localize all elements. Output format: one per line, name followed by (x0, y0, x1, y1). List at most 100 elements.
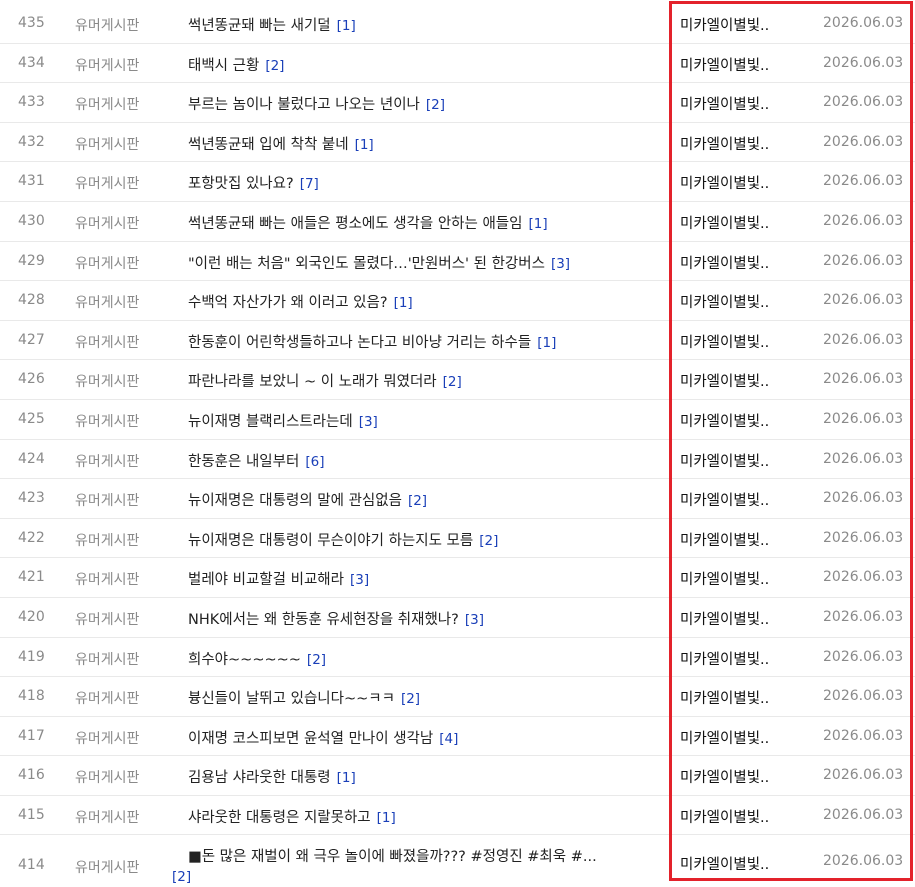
post-title[interactable]: 썩년똥균돼 빠는 애들은 평소에도 생각을 안하는 애들임 (188, 216, 522, 232)
post-subject-link[interactable]: "이런 배는 처음" 외국인도 몰렸다…'만원버스' 된 한강버스 [3] (188, 252, 666, 273)
comment-count-badge[interactable]: [2] (401, 691, 420, 707)
post-subject-link[interactable]: 김용남 샤라웃한 대통령 [1] (188, 766, 666, 787)
post-category: 유머게시판 (75, 18, 140, 34)
table-row: 420 유머게시판 NHK에서는 왜 한동훈 유세현장을 취재했나? [3] 미카엘이별… (0, 598, 915, 638)
post-number: 417 (18, 727, 45, 744)
post-title[interactable]: 부르는 놈이나 불렀다고 나오는 년이나 (188, 97, 420, 113)
post-subject-link[interactable]: NHK에서는 왜 한동훈 유세현장을 취재했나? [3] (188, 608, 666, 629)
post-title[interactable]: 이재명 코스피보면 윤석열 만나이 생각남 (188, 731, 433, 747)
comment-count-badge[interactable]: [3] (350, 572, 369, 588)
comment-count-badge[interactable]: [1] (337, 770, 356, 786)
post-subject-link[interactable]: 부르는 놈이나 불렀다고 나오는 년이나 [2] (188, 93, 666, 114)
comment-count-badge[interactable]: [1] (528, 216, 547, 232)
post-author[interactable]: 미카엘이별빛.. (680, 450, 796, 471)
post-subject-link[interactable]: 포항맛집 있나요? [7] (188, 172, 666, 193)
post-title[interactable]: 태백시 근황 (188, 58, 259, 74)
post-subject-link[interactable]: 벌레야 비교할걸 비교해라 [3] (188, 568, 666, 589)
post-author[interactable]: 미카엘이별빛.. (680, 93, 796, 114)
comment-count-badge[interactable]: [4] (439, 731, 458, 747)
post-author[interactable]: 미카엘이별빛.. (680, 133, 796, 154)
post-number: 423 (18, 490, 45, 507)
post-title[interactable]: 샤라웃한 대통령은 지랄못하고 (188, 810, 371, 826)
post-author[interactable]: 미카엘이별빛.. (680, 212, 796, 233)
post-title[interactable]: 희수야~~~~~~ (188, 652, 301, 668)
post-subject-link[interactable]: 썩년똥균돼 빠는 애들은 평소에도 생각을 안하는 애들임 [1] (188, 212, 666, 233)
post-author[interactable]: 미카엘이별빛.. (680, 291, 796, 312)
comment-count-badge[interactable]: [2] (426, 97, 445, 113)
post-title[interactable]: "이런 배는 처음" 외국인도 몰렸다…'만원버스' 된 한강버스 (188, 256, 545, 272)
post-subject-link[interactable]: 수백억 자산가가 왜 이러고 있음? [1] (188, 291, 666, 312)
comment-count-badge[interactable]: [2] (265, 58, 284, 74)
post-subject-link[interactable]: 한동훈은 내일부터 [6] (188, 450, 666, 471)
post-subject-link[interactable]: 썩년똥균돼 빠는 새기덜 [1] (188, 14, 666, 35)
post-subject-link[interactable]: ■돈 많은 재벌이 왜 극우 놀이에 빠졌을까??? #정영진 #최욱 #...… (172, 847, 668, 887)
post-author[interactable]: 미카엘이별빛.. (680, 54, 796, 75)
comment-count-badge[interactable]: [1] (377, 810, 396, 826)
comment-count-badge[interactable]: [7] (300, 176, 319, 192)
post-author[interactable]: 미카엘이별빛.. (680, 410, 796, 431)
post-author[interactable]: 미카엘이별빛.. (680, 648, 796, 669)
post-title[interactable]: 뉴이재명은 대통령의 말에 관심없음 (188, 493, 402, 509)
post-author[interactable]: 미카엘이별빛.. (680, 687, 796, 708)
post-title[interactable]: 한동훈은 내일부터 (188, 454, 299, 470)
post-title[interactable]: 썩년똥균돼 입에 착착 붙네 (188, 137, 349, 153)
post-title[interactable]: 김용남 샤라웃한 대통령 (188, 770, 331, 786)
post-date: 2026.06.03 (823, 371, 904, 388)
post-author[interactable]: 미카엘이별빛.. (680, 529, 796, 550)
comment-count-badge[interactable]: [6] (305, 454, 324, 470)
post-subject-link[interactable]: 샤라웃한 대통령은 지랄못하고 [1] (188, 806, 666, 827)
post-number: 421 (18, 569, 45, 586)
post-author[interactable]: 미카엘이별빛.. (680, 172, 796, 193)
comment-count-badge[interactable]: [3] (551, 256, 570, 272)
comment-count-badge[interactable]: [1] (355, 137, 374, 153)
post-title[interactable]: 썩년똥균돼 빠는 새기덜 (188, 18, 331, 34)
post-author[interactable]: 미카엘이별빛.. (680, 568, 796, 589)
post-title[interactable]: 수백억 자산가가 왜 이러고 있음? (188, 295, 388, 311)
comment-count-badge[interactable]: [2] (479, 533, 498, 549)
post-author[interactable]: 미카엘이별빛.. (680, 14, 796, 35)
comment-count-badge[interactable]: [2] (408, 493, 427, 509)
post-subject-link[interactable]: 븅신들이 날뛰고 있습니다~~ㅋㅋ [2] (188, 687, 666, 708)
post-title[interactable]: 포항맛집 있나요? (188, 176, 294, 192)
post-author[interactable]: 미카엘이별빛.. (680, 252, 796, 273)
post-author[interactable]: 미카엘이별빛.. (680, 853, 796, 874)
post-subject-link[interactable]: 뉴이재명은 대통령이 무슨이야기 하는지도 모름 [2] (188, 529, 666, 550)
post-title[interactable]: 븅신들이 날뛰고 있습니다~~ㅋㅋ (188, 691, 395, 707)
post-subject-link[interactable]: 희수야~~~~~~ [2] (188, 648, 666, 669)
comment-count-badge[interactable]: [1] (537, 335, 556, 351)
post-number: 422 (18, 529, 45, 546)
post-title[interactable]: 파란나라를 보았니 ~ 이 노래가 뭐였더라 (188, 374, 437, 390)
post-author[interactable]: 미카엘이별빛.. (680, 331, 796, 352)
post-author[interactable]: 미카엘이별빛.. (680, 608, 796, 629)
post-subject-link[interactable]: 한동훈이 어린학생들하고나 논다고 비아냥 거리는 하수들 [1] (188, 331, 666, 352)
post-subject-link[interactable]: 뉴이재명은 대통령의 말에 관심없음 [2] (188, 489, 666, 510)
post-author[interactable]: 미카엘이별빛.. (680, 806, 796, 827)
comment-count-badge[interactable]: [2] (443, 374, 462, 390)
post-category: 유머게시판 (75, 532, 140, 549)
post-author[interactable]: 미카엘이별빛.. (680, 370, 796, 391)
post-title[interactable]: ■돈 많은 재벌이 왜 극우 놀이에 빠졌을까??? #정영진 #최욱 #... (172, 847, 668, 867)
post-subject-link[interactable]: 태백시 근황 [2] (188, 54, 666, 75)
post-title[interactable]: 벌레야 비교할걸 비교해라 (188, 572, 344, 588)
comment-count-badge[interactable]: [3] (465, 612, 484, 628)
table-row: 430 유머게시판 썩년똥균돼 빠는 애들은 평소에도 생각을 안하는 애들임 [1]… (0, 202, 915, 242)
post-author[interactable]: 미카엘이별빛.. (680, 766, 796, 787)
comment-count-badge[interactable]: [1] (394, 295, 413, 311)
post-title[interactable]: 뉴이재명은 대통령이 무슨이야기 하는지도 모름 (188, 533, 473, 549)
post-author[interactable]: 미카엘이별빛.. (680, 727, 796, 748)
post-author[interactable]: 미카엘이별빛.. (680, 489, 796, 510)
post-subject-link[interactable]: 뉴이재명 블랙리스트라는데 [3] (188, 410, 666, 431)
post-category: 유머게시판 (75, 136, 140, 153)
comment-count-badge[interactable]: [1] (337, 18, 356, 34)
post-subject-link[interactable]: 썩년똥균돼 입에 착착 붙네 [1] (188, 133, 666, 154)
post-title[interactable]: 뉴이재명 블랙리스트라는데 (188, 414, 353, 430)
comment-count-badge[interactable]: [2] (172, 867, 668, 887)
post-number: 419 (18, 648, 45, 665)
post-title[interactable]: NHK에서는 왜 한동훈 유세현장을 취재했나? (188, 612, 459, 628)
post-subject-link[interactable]: 파란나라를 보았니 ~ 이 노래가 뭐였더라 [2] (188, 370, 666, 391)
comment-count-badge[interactable]: [3] (359, 414, 378, 430)
comment-count-badge[interactable]: [2] (307, 652, 326, 668)
post-title[interactable]: 한동훈이 어린학생들하고나 논다고 비아냥 거리는 하수들 (188, 335, 531, 351)
post-number: 416 (18, 767, 45, 784)
post-subject-link[interactable]: 이재명 코스피보면 윤석열 만나이 생각남 [4] (188, 727, 666, 748)
